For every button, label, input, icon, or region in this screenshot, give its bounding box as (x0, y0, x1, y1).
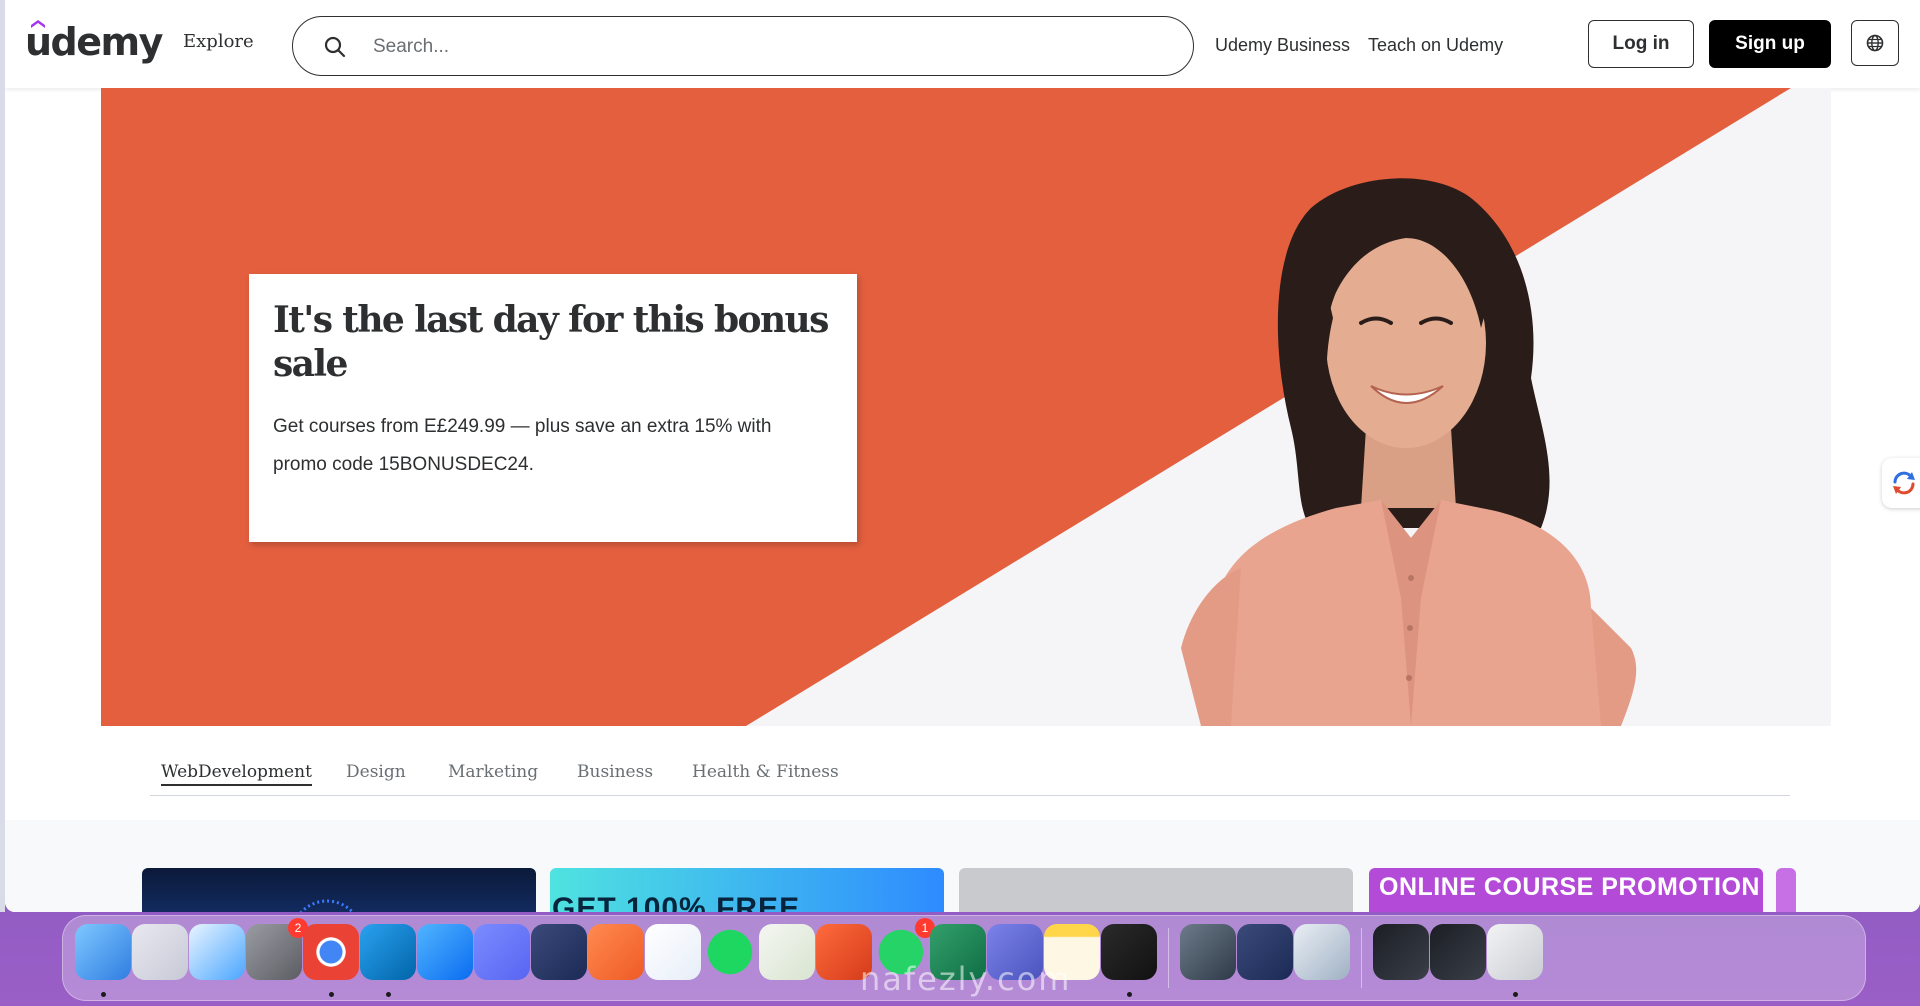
explore-menu[interactable]: Explore (183, 31, 254, 52)
tab-business[interactable]: Business (577, 762, 653, 782)
hero-person-image (1181, 178, 1637, 726)
signup-button[interactable]: Sign up (1709, 20, 1831, 68)
course-card[interactable] (1776, 868, 1796, 912)
spotify-icon[interactable] (702, 924, 758, 980)
globe-icon (1866, 34, 1884, 52)
vscode-icon[interactable] (360, 924, 416, 980)
media-player-icon[interactable] (531, 924, 587, 980)
dock-separator (1168, 928, 1169, 988)
udemy-business-link[interactable]: Udemy Business (1215, 35, 1350, 56)
tab-web-development[interactable]: WebDevelopment (161, 762, 312, 786)
promo-title: It's the last day for this bonus sale (273, 299, 829, 385)
course-card[interactable]: GET 100% FREE (550, 868, 944, 912)
course-card[interactable] (959, 868, 1353, 912)
site-header: udemy Explore Udemy Business Teach on Ud… (5, 0, 1920, 88)
launchpad-icon[interactable] (132, 924, 188, 980)
running-indicator (1513, 992, 1518, 997)
discord-icon[interactable] (474, 924, 530, 980)
preview-icon[interactable] (1294, 924, 1350, 980)
refresh-translate-icon (1893, 471, 1915, 495)
promo-text: Get courses from E£249.99 — plus save an… (273, 416, 772, 475)
chrome-icon[interactable] (303, 924, 359, 980)
language-button[interactable] (1851, 20, 1899, 66)
media-player-2-icon[interactable] (1237, 924, 1293, 980)
teach-on-udemy-link[interactable]: Teach on Udemy (1368, 35, 1503, 56)
safari-icon[interactable] (189, 924, 245, 980)
browser-page: udemy Explore Udemy Business Teach on Ud… (5, 0, 1920, 912)
dock-separator (1361, 928, 1362, 988)
globe-graphic (299, 899, 355, 912)
window-thumb-2-icon[interactable] (1430, 924, 1486, 980)
udemy-logo[interactable]: udemy (25, 18, 163, 66)
xcode-icon[interactable] (645, 924, 701, 980)
category-tabs: WebDevelopment Design Marketing Business… (150, 752, 1790, 796)
side-translate-widget[interactable] (1882, 458, 1920, 508)
tab-health-fitness[interactable]: Health & Fitness (692, 762, 839, 782)
course-carousel: GET 100% FREE ONLINE COURSE PROMOTION (5, 820, 1920, 912)
app-store-icon[interactable] (417, 924, 473, 980)
login-button[interactable]: Log in (1588, 20, 1694, 68)
logo-text: udemy (25, 20, 163, 64)
search-input[interactable] (373, 29, 1153, 65)
search-bar[interactable] (292, 16, 1194, 76)
tab-marketing[interactable]: Marketing (448, 762, 538, 782)
watermark-text: nafezly.com (860, 960, 1072, 998)
window-thumb-1-icon[interactable] (1373, 924, 1429, 980)
search-icon[interactable] (323, 35, 347, 59)
hero-banner: It's the last day for this bonus sale Ge… (101, 88, 1831, 726)
course-card[interactable] (142, 868, 536, 912)
running-indicator (329, 992, 334, 997)
mongodb-icon[interactable] (759, 924, 815, 980)
promo-card: It's the last day for this bonus sale Ge… (249, 274, 857, 542)
terminal-icon[interactable] (1101, 924, 1157, 980)
logo-hat-icon (31, 20, 45, 28)
running-indicator (1127, 992, 1132, 997)
trash-icon[interactable] (1487, 924, 1543, 980)
course-card-text: ONLINE COURSE PROMOTION (1379, 873, 1760, 901)
finder-icon[interactable] (75, 924, 131, 980)
tab-design[interactable]: Design (346, 762, 406, 782)
running-indicator (386, 992, 391, 997)
running-indicator (101, 992, 106, 997)
postman-icon[interactable] (588, 924, 644, 980)
course-card-text: GET 100% FREE (552, 892, 801, 912)
quicktime-icon[interactable] (1180, 924, 1236, 980)
course-card[interactable]: ONLINE COURSE PROMOTION (1369, 868, 1763, 912)
system-settings-icon[interactable]: 2 (246, 918, 308, 980)
